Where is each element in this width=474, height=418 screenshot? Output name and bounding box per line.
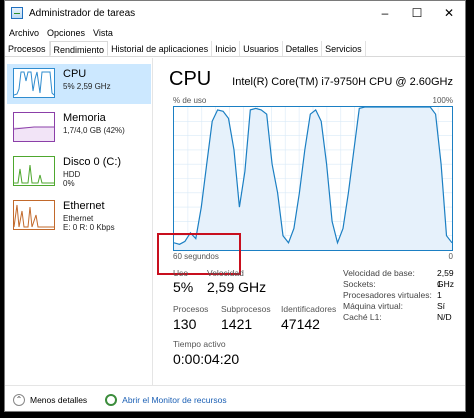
procesos-label: Procesos xyxy=(173,304,209,314)
velocidad-value: 2,59 GHz xyxy=(207,279,267,295)
detail-value: Sí xyxy=(437,301,446,311)
resource-monitor-link[interactable]: Abrir el Monitor de recursos xyxy=(122,395,226,405)
detail-label: Máquina virtual: xyxy=(343,301,404,311)
cpu-usage-area xyxy=(174,107,452,250)
tiempo-activo-value: 0:00:04:20 xyxy=(173,351,240,367)
tab-usuarios[interactable]: Usuarios xyxy=(240,41,283,56)
task-manager-icon xyxy=(11,7,23,19)
memory-thumbnail-graph xyxy=(13,112,55,142)
subprocesos-label: Subprocesos xyxy=(221,304,271,314)
resource-sidebar: CPU 5% 2,59 GHz Memoria 1,7/4,0 GB (42%)… xyxy=(5,58,153,385)
tab-detalles[interactable]: Detalles xyxy=(283,41,323,56)
page-title: CPU xyxy=(169,68,212,90)
sidebar-item-detail: Ethernet xyxy=(63,214,94,223)
tab-procesos[interactable]: Procesos xyxy=(5,41,50,56)
detail-label: Velocidad de base: xyxy=(343,268,415,278)
sidebar-item-detail-2: 0% xyxy=(63,179,75,188)
cpu-detail-panel: CPU Intel(R) Core(TM) i7-9750H CPU @ 2.6… xyxy=(155,58,465,385)
sidebar-item-label: CPU xyxy=(63,68,87,80)
bottom-bar: ⌃ Menos detalles Abrir el Monitor de rec… xyxy=(5,385,465,411)
chevron-up-icon[interactable]: ⌃ xyxy=(13,393,25,406)
sidebar-item-detail: 5% 2,59 GHz xyxy=(63,82,111,91)
uso-label: Uso xyxy=(173,268,189,278)
sidebar-item-disco[interactable]: Disco 0 (C:) HDD 0% xyxy=(7,152,151,192)
sidebar-item-cpu[interactable]: CPU 5% 2,59 GHz xyxy=(7,64,151,104)
cpu-details-values: 2,59 GHz 1 1 Sí N/D xyxy=(437,268,465,323)
subprocesos-value: 1421 xyxy=(221,316,253,332)
uso-value: 5% xyxy=(173,279,194,295)
detail-value: 1 xyxy=(437,290,442,300)
menu-archivo[interactable]: Archivo xyxy=(5,28,43,38)
y-axis-label: % de uso xyxy=(173,96,207,105)
cpu-usage-chart xyxy=(173,106,453,250)
tiempo-activo-label: Tiempo activo xyxy=(173,339,226,349)
detail-label: Procesadores virtuales: xyxy=(343,290,432,300)
resource-monitor-icon xyxy=(105,393,118,406)
less-details-link[interactable]: Menos detalles xyxy=(30,395,87,405)
y-axis-min: 0 xyxy=(448,252,453,261)
tab-rendimiento[interactable]: Rendimiento xyxy=(49,41,109,56)
cpu-thumbnail-graph xyxy=(13,68,55,98)
detail-value: N/D xyxy=(437,312,452,322)
sidebar-item-detail: 1,7/4,0 GB (42%) xyxy=(63,126,125,135)
y-axis-max: 100% xyxy=(432,96,453,105)
menu-bar: Archivo Opciones Vista xyxy=(5,25,465,41)
velocidad-label: Velocidad xyxy=(207,268,244,278)
detail-label: Caché L1: xyxy=(343,312,382,322)
menu-opciones[interactable]: Opciones xyxy=(43,28,89,38)
identificadores-label: Identificadores xyxy=(281,304,337,314)
cpu-model: Intel(R) Core(TM) i7-9750H CPU @ 2.60GHz xyxy=(232,76,453,88)
identificadores-value: 47142 xyxy=(281,316,320,332)
sidebar-item-label: Disco 0 (C:) xyxy=(63,156,122,168)
tab-historial[interactable]: Historial de aplicaciones xyxy=(108,41,213,56)
ethernet-thumbnail-graph xyxy=(13,200,55,230)
detail-label: Sockets: xyxy=(343,279,376,289)
minimize-button[interactable]: – xyxy=(369,1,401,25)
sidebar-item-detail-2: E: 0 R: 0 Kbps xyxy=(63,223,115,232)
tab-inicio[interactable]: Inicio xyxy=(212,41,241,56)
disk-thumbnail-graph xyxy=(13,156,55,186)
sidebar-item-label: Memoria xyxy=(63,112,106,124)
title-bar: Administrador de tareas – ☐ ✕ xyxy=(5,1,465,25)
sidebar-item-memoria[interactable]: Memoria 1,7/4,0 GB (42%) xyxy=(7,108,151,148)
maximize-button[interactable]: ☐ xyxy=(401,1,433,25)
detail-value: 2,59 GHz xyxy=(437,268,454,289)
task-manager-window: Administrador de tareas – ☐ ✕ Archivo Op… xyxy=(4,0,466,412)
sidebar-item-ethernet[interactable]: Ethernet Ethernet E: 0 R: 0 Kbps xyxy=(7,196,151,236)
procesos-value: 130 xyxy=(173,316,197,332)
sidebar-item-label: Ethernet xyxy=(63,200,105,212)
cpu-usage-graph xyxy=(173,106,453,251)
window-title: Administrador de tareas xyxy=(29,7,136,19)
close-button[interactable]: ✕ xyxy=(433,1,465,25)
tab-strip: Procesos Rendimiento Historial de aplica… xyxy=(5,41,465,57)
cpu-details-labels: Velocidad de base: Sockets: Procesadores… xyxy=(343,268,432,323)
sidebar-item-detail: HDD xyxy=(63,170,81,179)
menu-vista[interactable]: Vista xyxy=(89,28,117,38)
tab-servicios[interactable]: Servicios xyxy=(322,41,366,56)
